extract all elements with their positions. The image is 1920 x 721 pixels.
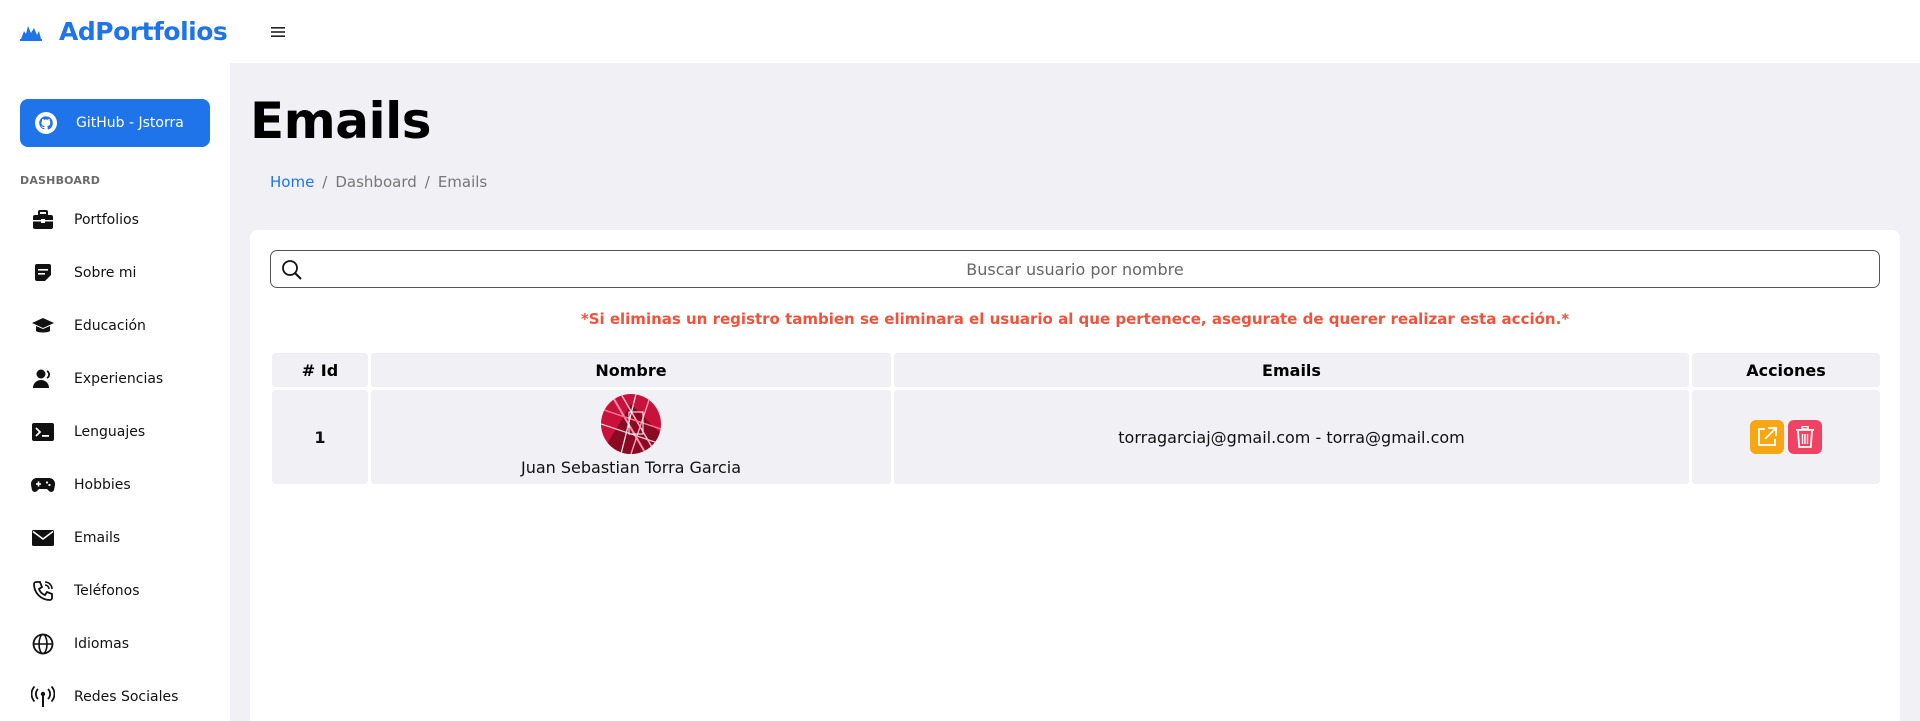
menu-toggle-button[interactable] [267, 21, 289, 43]
github-button[interactable]: GitHub - Jstorra [20, 99, 210, 147]
briefcase-icon [31, 208, 55, 232]
sidebar-item-experiencias[interactable]: Experiencias [0, 352, 230, 405]
globe-icon [31, 632, 55, 656]
top-bar: AdPortfolios [0, 0, 1920, 63]
breadcrumb-separator: / [322, 173, 328, 191]
brand[interactable]: AdPortfolios [20, 17, 228, 46]
table-header-row: # Id Nombre Emails Acciones [272, 353, 1880, 387]
trash-icon [1796, 426, 1814, 448]
hamburger-icon [271, 26, 286, 37]
external-link-icon [1758, 427, 1777, 446]
sidebar-item-telefonos[interactable]: Teléfonos [0, 564, 230, 617]
sidebar-item-label: Idiomas [74, 635, 129, 652]
sidebar-item-lenguajes[interactable]: Lenguajes [0, 405, 230, 458]
user-icon [31, 367, 55, 391]
sidebar-item-redes-sociales[interactable]: Redes Sociales [0, 670, 230, 721]
column-header-name: Nombre [371, 353, 891, 387]
column-header-actions: Acciones [1692, 353, 1880, 387]
breadcrumb-home-link[interactable]: Home [270, 173, 314, 191]
github-label: GitHub - Jstorra [76, 115, 184, 131]
sidebar-item-label: Lenguajes [74, 423, 146, 440]
sidebar-item-label: Sobre mi [74, 264, 137, 281]
sidebar-item-label: Educación [74, 317, 146, 334]
sidebar-item-sobre-mi[interactable]: Sobre mi [0, 246, 230, 299]
delete-button[interactable] [1788, 420, 1822, 454]
search-icon [281, 259, 303, 281]
cell-name: Juan Sebastian Torra Garcia [371, 390, 891, 484]
search-input[interactable] [271, 251, 1879, 287]
emails-card: *Si eliminas un registro tambien se elim… [250, 230, 1900, 721]
github-icon [34, 111, 58, 135]
terminal-icon [31, 420, 55, 444]
cell-emails: torragarciaj@gmail.com - torra@gmail.com [894, 390, 1689, 484]
edit-button[interactable] [1750, 420, 1784, 454]
breadcrumb-dashboard: Dashboard [335, 173, 417, 191]
sidebar-item-label: Hobbies [74, 476, 131, 493]
column-header-id: # Id [272, 353, 368, 387]
emails-table: # Id Nombre Emails Acciones 1 Juan Sebas… [272, 353, 1880, 484]
page-title: Emails [250, 92, 432, 150]
sidebar-item-hobbies[interactable]: Hobbies [0, 458, 230, 511]
user-emails: torragarciaj@gmail.com - torra@gmail.com [1118, 427, 1465, 447]
breadcrumb-current: Emails [437, 173, 488, 191]
breadcrumb-separator: / [424, 173, 430, 191]
brand-name: AdPortfolios [59, 17, 228, 46]
logo-icon [20, 21, 42, 43]
graduation-cap-icon [31, 314, 55, 338]
sidebar-nav: Portfolios Sobre mi Educación Experienci… [0, 193, 230, 721]
note-icon [31, 261, 55, 285]
row-id: 1 [314, 427, 326, 447]
sidebar-item-emails[interactable]: Emails [0, 511, 230, 564]
gamepad-icon [31, 473, 55, 497]
broadcast-icon [31, 685, 55, 709]
sidebar-item-label: Portfolios [74, 211, 139, 228]
sidebar-item-educacion[interactable]: Educación [0, 299, 230, 352]
sidebar-item-portfolios[interactable]: Portfolios [0, 193, 230, 246]
cell-actions [1692, 390, 1880, 484]
sidebar-item-label: Teléfonos [74, 582, 140, 599]
sidebar-item-label: Redes Sociales [74, 688, 179, 705]
search-bar [270, 250, 1880, 288]
section-label-dashboard: DASHBOARD [20, 174, 101, 187]
envelope-icon [31, 526, 55, 550]
sidebar-item-idiomas[interactable]: Idiomas [0, 617, 230, 670]
table-row: 1 Juan Sebastian Torra Garcia torragarci… [272, 390, 1880, 484]
column-header-emails: Emails [894, 353, 1689, 387]
user-name: Juan Sebastian Torra Garcia [520, 457, 742, 477]
cell-id: 1 [272, 390, 368, 484]
breadcrumb: Home / Dashboard / Emails [270, 173, 487, 191]
sidebar: GitHub - Jstorra DASHBOARD Portfolios So… [0, 63, 230, 721]
sidebar-item-label: Experiencias [74, 370, 164, 387]
sidebar-item-label: Emails [74, 529, 121, 546]
delete-warning: *Si eliminas un registro tambien se elim… [580, 310, 1570, 328]
avatar [601, 393, 661, 454]
phone-icon [31, 579, 55, 603]
